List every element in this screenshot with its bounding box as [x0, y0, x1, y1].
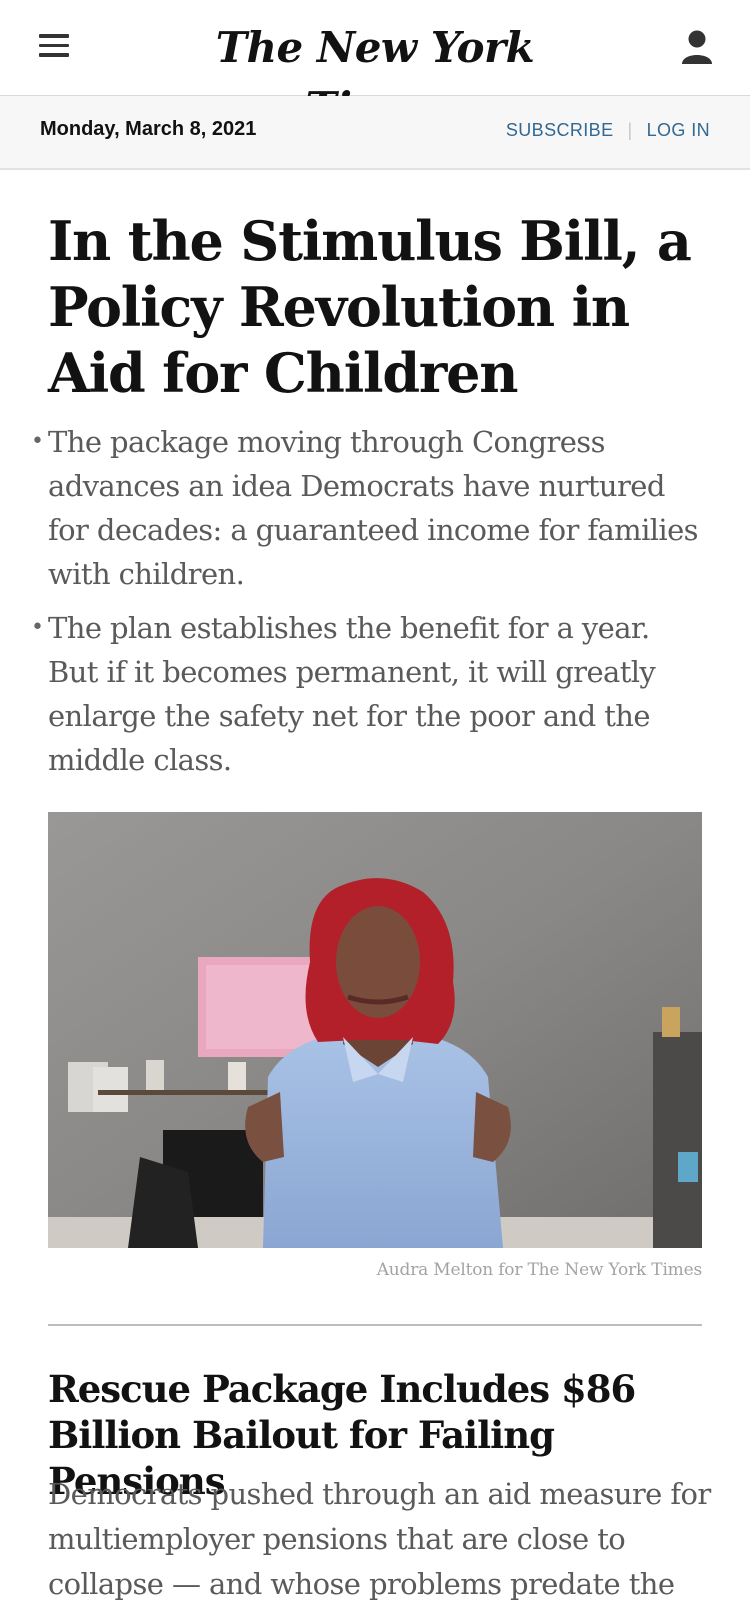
masthead: The New York Times [0, 0, 750, 132]
user-account-icon[interactable] [680, 28, 714, 68]
current-date: Monday, March 8, 2021 [40, 118, 257, 140]
login-link[interactable]: LOG IN [647, 120, 710, 140]
hamburger-menu-icon[interactable] [36, 34, 72, 62]
bullet-dot-icon: • [31, 429, 44, 454]
summary-bullet-text: The plan establishes the benefit for a y… [48, 611, 656, 777]
subscribe-link[interactable]: SUBSCRIBE [506, 120, 614, 140]
story-divider [48, 1324, 702, 1326]
summary-bullet: • The package moving through Congress ad… [31, 420, 708, 596]
auth-links: SUBSCRIBE | LOG IN [506, 120, 710, 141]
lead-story-summary-list: • The package moving through Congress ad… [31, 420, 708, 792]
nyt-logo[interactable]: The New York Times [150, 18, 600, 132]
second-story-summary: Democrats pushed through an aid measure … [48, 1477, 711, 1601]
bullet-dot-icon: • [31, 615, 44, 640]
summary-bullet-text: The package moving through Congress adva… [48, 425, 699, 591]
date-bar: Monday, March 8, 2021 SUBSCRIBE | LOG IN [0, 96, 750, 170]
lead-story-headline[interactable]: In the Stimulus Bill, a Policy Revolutio… [48, 208, 708, 406]
lead-story-photo[interactable] [48, 812, 702, 1248]
photo-credit: Audra Melton for The New York Times [376, 1260, 702, 1280]
auth-separator: | [627, 120, 633, 140]
summary-bullet: • The plan establishes the benefit for a… [31, 606, 708, 782]
